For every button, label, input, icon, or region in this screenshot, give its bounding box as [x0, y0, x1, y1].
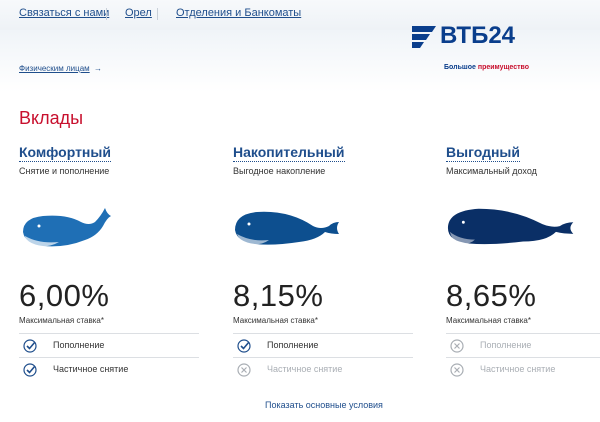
- option-label: Частичное снятие: [480, 364, 556, 374]
- slogan-prefix: Большое: [444, 64, 476, 71]
- show-conditions-link[interactable]: Показать основные условия: [265, 400, 383, 410]
- deposit-description: Снятие и пополнение: [19, 166, 110, 176]
- deposit-card-savings: Накопительный Выгодное накопление 8,15% …: [233, 144, 423, 384]
- check-circle-icon: [237, 339, 251, 353]
- cross-circle-icon: [450, 363, 464, 377]
- whale-icon: [23, 208, 111, 247]
- breadcrumb-individuals[interactable]: Физическим лицам: [19, 64, 90, 73]
- option-label: Пополнение: [480, 340, 532, 350]
- check-circle-icon: [23, 363, 37, 377]
- logo-wordmark: ВТБ24: [440, 22, 515, 50]
- page-title: Вклады: [19, 108, 84, 128]
- nav-divider: [157, 8, 158, 20]
- deposit-name-link[interactable]: Выгодный: [446, 144, 520, 162]
- slogan-highlight: преимущество: [477, 64, 530, 71]
- deposit-card-profitable: Выгодный Максимальный доход 8,65% Максим…: [446, 144, 600, 384]
- rate-label: Максимальная ставка*: [446, 316, 531, 325]
- check-circle-icon: [23, 339, 37, 353]
- deposit-name-link[interactable]: Комфортный: [19, 144, 111, 162]
- contact-us-link[interactable]: Связаться с нами: [19, 7, 109, 19]
- city-selector-link[interactable]: Орел: [125, 7, 152, 19]
- vtb24-logo[interactable]: ВТБ24 Большое преимущество: [410, 18, 560, 78]
- whale-icon: [447, 208, 574, 245]
- deposit-rate: 8,15%: [233, 278, 324, 313]
- cross-circle-icon: [237, 363, 251, 377]
- logo-letters: ВТБ: [440, 22, 489, 49]
- option-replenishment: Пополнение: [233, 333, 413, 358]
- option-label: Частичное снятие: [267, 364, 343, 374]
- deposit-description: Выгодное накопление: [233, 166, 326, 176]
- cross-circle-icon: [450, 339, 464, 353]
- nav-divider: [106, 8, 107, 20]
- vtb-logo-mark-icon: [412, 26, 436, 48]
- deposit-rate: 8,65%: [446, 278, 537, 313]
- option-label: Пополнение: [267, 340, 319, 350]
- deposit-name-link[interactable]: Накопительный: [233, 144, 345, 162]
- option-label: Частичное снятие: [53, 364, 129, 374]
- rate-label: Максимальная ставка*: [19, 316, 104, 325]
- option-label: Пополнение: [53, 340, 105, 350]
- deposit-rate: 6,00%: [19, 278, 110, 313]
- option-replenishment: Пополнение: [446, 333, 600, 358]
- breadcrumb-arrow-icon: →: [94, 64, 102, 73]
- logo-number: 24: [488, 22, 516, 49]
- option-partial-withdrawal: Частичное снятие: [19, 357, 199, 382]
- logo-slogan: Большое преимущество: [444, 64, 529, 71]
- branches-atms-link[interactable]: Отделения и Банкоматы: [176, 7, 301, 19]
- option-partial-withdrawal: Частичное снятие: [446, 357, 600, 382]
- deposit-card-comfort: Комфортный Снятие и пополнение 6,00% Мак…: [19, 144, 209, 384]
- option-replenishment: Пополнение: [19, 333, 199, 358]
- rate-label: Максимальная ставка*: [233, 316, 318, 325]
- whale-icon: [235, 211, 339, 245]
- option-partial-withdrawal: Частичное снятие: [233, 357, 413, 382]
- deposit-description: Максимальный доход: [446, 166, 537, 176]
